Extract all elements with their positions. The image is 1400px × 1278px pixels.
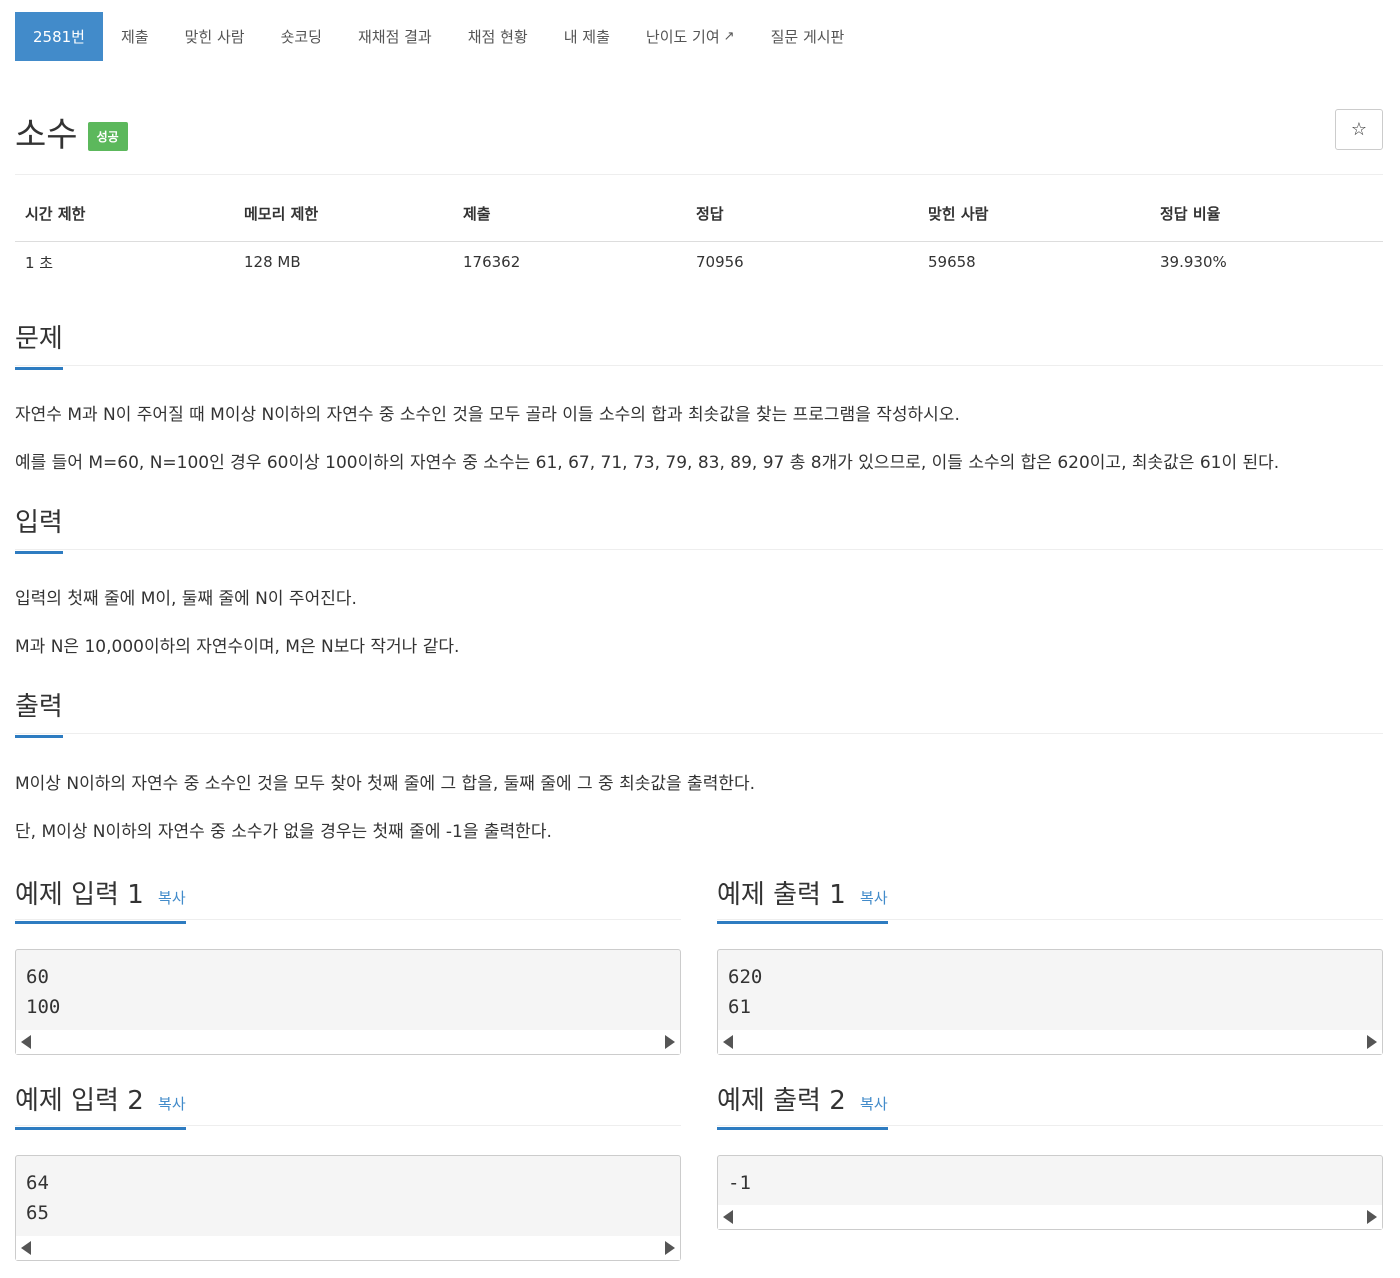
accepted-value: 70956 <box>696 253 744 272</box>
memory-limit-value: 128 MB <box>244 253 301 272</box>
input-paragraph: 입력의 첫째 줄에 M이, 둘째 줄에 N이 주어진다. <box>15 589 357 609</box>
example-input-1-header: 예제 입력 1 복사 <box>15 874 681 924</box>
header-accept-ratio: 정답 비율 <box>1150 198 1383 242</box>
star-button[interactable]: ☆ <box>1335 109 1383 150</box>
tab-solved-users[interactable]: 맞힌 사람 <box>167 12 263 61</box>
divider <box>717 1125 1383 1126</box>
example-code: 620 61 <box>728 966 763 1018</box>
scroll-right-icon[interactable] <box>1367 1035 1377 1049</box>
example-output-2-header: 예제 출력 2 복사 <box>717 1080 1383 1130</box>
solved-users-value: 59658 <box>928 253 976 272</box>
divider <box>15 174 1383 175</box>
example-title-text: 예제 출력 1 <box>717 880 846 910</box>
star-icon: ☆ <box>1350 119 1368 140</box>
tab-label: 질문 게시판 <box>770 28 845 46</box>
divider <box>15 549 1383 550</box>
tab-label: 난이도 기여 <box>645 28 720 46</box>
example-title-text: 예제 출력 2 <box>717 1086 846 1116</box>
problem-title-wrap: 소수 성공 <box>15 107 128 156</box>
header-submissions: 제출 <box>453 198 686 242</box>
tab-difficulty-contribution[interactable]: 난이도 기여 ↗ <box>628 12 753 61</box>
problem-paragraph: 예를 들어 M=60, N=100인 경우 60이상 100이하의 자연수 중 … <box>15 453 1280 473</box>
divider <box>15 1125 681 1126</box>
external-link-icon: ↗ <box>723 29 735 44</box>
example-output-1-box[interactable]: 620 61 <box>717 949 1383 1055</box>
copy-button[interactable]: 복사 <box>158 1095 186 1113</box>
input-paragraph: M과 N은 10,000이하의 자연수이며, M은 N보다 작거나 같다. <box>15 637 460 657</box>
tab-label: 재채점 결과 <box>357 28 432 46</box>
tab-label: 제출 <box>120 28 149 46</box>
table-row: 1 초 128 MB 176362 70956 59658 39.930% <box>15 241 1383 283</box>
tab-question-board[interactable]: 질문 게시판 <box>753 12 863 61</box>
example-title-text: 예제 입력 1 <box>15 880 144 910</box>
tab-label: 채점 현황 <box>467 28 528 46</box>
scroll-left-icon[interactable] <box>723 1210 733 1224</box>
submissions-value: 176362 <box>463 253 521 272</box>
input-section-header: 입력 <box>15 502 1383 554</box>
copy-button[interactable]: 복사 <box>860 1095 888 1113</box>
problem-heading: 문제 <box>15 318 63 370</box>
horizontal-scrollbar[interactable] <box>16 1236 680 1260</box>
example-title: 예제 출력 1 복사 <box>717 874 888 924</box>
horizontal-scrollbar[interactable] <box>16 1030 680 1054</box>
example-title: 예제 입력 1 복사 <box>15 874 186 924</box>
scroll-left-icon[interactable] <box>21 1035 31 1049</box>
tab-label: 맞힌 사람 <box>184 28 245 46</box>
divider <box>717 919 1383 920</box>
divider <box>15 365 1383 366</box>
example-input-2-header: 예제 입력 2 복사 <box>15 1080 681 1130</box>
tab-rejudge-results[interactable]: 재채점 결과 <box>340 12 450 61</box>
example-code: 60 100 <box>26 966 61 1018</box>
tab-problem-number[interactable]: 2581번 <box>15 12 103 61</box>
header-accepted: 정답 <box>686 198 918 242</box>
tab-label: 2581번 <box>33 28 85 46</box>
output-section-header: 출력 <box>15 686 1383 738</box>
example-input-2-box[interactable]: 64 65 <box>15 1155 681 1261</box>
example-output-1-header: 예제 출력 1 복사 <box>717 874 1383 924</box>
scroll-left-icon[interactable] <box>723 1035 733 1049</box>
header-memory-limit: 메모리 제한 <box>234 198 453 242</box>
example-title: 예제 출력 2 복사 <box>717 1080 888 1130</box>
example-code: -1 <box>728 1172 751 1194</box>
time-limit-value: 1 초 <box>25 253 54 272</box>
tab-label: 숏코딩 <box>280 28 322 46</box>
example-title: 예제 입력 2 복사 <box>15 1080 186 1130</box>
header-time-limit: 시간 제한 <box>15 198 234 242</box>
example-code: 64 65 <box>26 1172 49 1224</box>
example-output-2-box[interactable]: -1 <box>717 1155 1383 1230</box>
output-paragraph: 단, M이상 N이하의 자연수 중 소수가 없을 경우는 첫째 줄에 -1을 출… <box>15 822 552 842</box>
scroll-right-icon[interactable] <box>1367 1210 1377 1224</box>
scroll-right-icon[interactable] <box>665 1241 675 1255</box>
scroll-right-icon[interactable] <box>665 1035 675 1049</box>
tab-my-submissions[interactable]: 내 제출 <box>546 12 628 61</box>
example-input-1-box[interactable]: 60 100 <box>15 949 681 1055</box>
tab-label: 내 제출 <box>563 28 610 46</box>
header-solved-users: 맞힌 사람 <box>918 198 1150 242</box>
problem-section-header: 문제 <box>15 318 1383 370</box>
example-title-text: 예제 입력 2 <box>15 1086 144 1116</box>
horizontal-scrollbar[interactable] <box>718 1030 1382 1054</box>
output-paragraph: M이상 N이하의 자연수 중 소수인 것을 모두 찾아 첫째 줄에 그 합을, … <box>15 774 756 794</box>
tab-judge-status[interactable]: 채점 현황 <box>450 12 546 61</box>
horizontal-scrollbar[interactable] <box>718 1205 1382 1229</box>
title-row: 소수 성공 ☆ <box>15 105 1383 165</box>
problem-title: 소수 <box>15 115 78 155</box>
problem-tabs: 2581번 제출 맞힌 사람 숏코딩 재채점 결과 채점 현황 내 제출 난이도… <box>15 12 862 61</box>
scroll-left-icon[interactable] <box>21 1241 31 1255</box>
problem-info-table: 시간 제한 메모리 제한 제출 정답 맞힌 사람 정답 비율 1 초 128 M… <box>15 198 1383 283</box>
copy-button[interactable]: 복사 <box>860 889 888 907</box>
input-heading: 입력 <box>15 502 63 554</box>
accept-ratio-value: 39.930% <box>1160 253 1227 272</box>
tab-short-coding[interactable]: 숏코딩 <box>263 12 340 61</box>
status-badge: 성공 <box>87 122 128 151</box>
copy-button[interactable]: 복사 <box>158 889 186 907</box>
divider <box>15 733 1383 734</box>
output-heading: 출력 <box>15 686 63 738</box>
divider <box>15 919 681 920</box>
tab-submit[interactable]: 제출 <box>103 12 167 61</box>
table-header-row: 시간 제한 메모리 제한 제출 정답 맞힌 사람 정답 비율 <box>15 198 1383 242</box>
problem-paragraph: 자연수 M과 N이 주어질 때 M이상 N이하의 자연수 중 소수인 것을 모두… <box>15 405 960 425</box>
